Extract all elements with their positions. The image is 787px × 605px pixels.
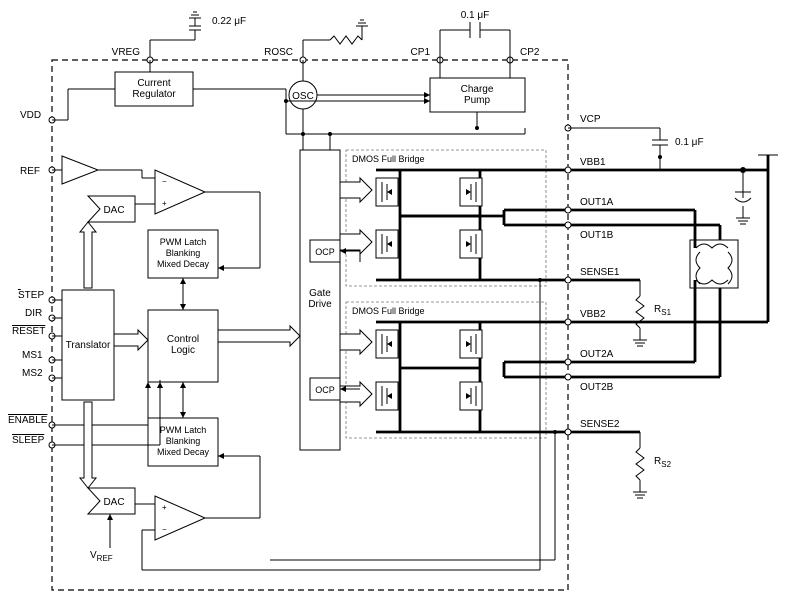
pin-vbb1 — [565, 167, 571, 173]
cp-cap-label: 0.1 μF — [461, 10, 490, 21]
pin-vbb1-label: VBB1 — [580, 157, 606, 168]
svg-text:.: . — [18, 290, 21, 301]
pin-out2b-label: OUT2B — [580, 382, 614, 393]
ocp1-label: OCP — [315, 247, 335, 257]
pin-reset-label: RESET — [12, 326, 45, 337]
pin-cp1-label: CP1 — [411, 47, 431, 58]
pin-out2a-label: OUT2A — [580, 349, 614, 360]
vreg-cap-label: 0.22 μF — [212, 16, 246, 27]
pin-vreg-label: VREG — [112, 47, 141, 58]
pin-step-label: STEP — [18, 290, 44, 301]
pin-vcp-label: VCP — [580, 114, 601, 125]
pin-out2a — [565, 359, 571, 365]
charge-pump-label: ChargePump — [461, 84, 494, 106]
pin-ms1-label: MS1 — [22, 350, 43, 361]
pin-out1b-label: OUT1B — [580, 230, 614, 241]
pin-sense2 — [565, 429, 571, 435]
dmos-bridge-2-label: DMOS Full Bridge — [352, 306, 425, 316]
opamp1-plus: + — [162, 199, 167, 208]
pin-sleep-label: SLEEP — [12, 435, 45, 446]
pin-vbb2 — [565, 319, 571, 325]
pin-dir-label: DIR — [25, 308, 42, 319]
vcp-cap-label: 0.1 μF — [675, 137, 704, 148]
pin-sense1-label: SENSE1 — [580, 267, 620, 278]
pin-out1b — [565, 222, 571, 228]
dac1-label: DAC — [103, 205, 124, 216]
opamp2-plus: + — [162, 503, 167, 512]
pin-out2b — [565, 374, 571, 380]
current-regulator-label: CurrentRegulator — [132, 78, 176, 100]
opamp2-minus: − — [162, 525, 167, 534]
pin-ref-label: REF — [20, 166, 40, 177]
ocp2-label: OCP — [315, 385, 335, 395]
osc-label: OSC — [292, 91, 314, 102]
pin-rosc-label: ROSC — [264, 47, 293, 58]
pin-vdd-label: VDD — [20, 110, 41, 121]
pin-vbb2-label: VBB2 — [580, 309, 606, 320]
pin-sense2-label: SENSE2 — [580, 419, 620, 430]
pin-enable-label: ENABLE — [8, 415, 48, 426]
gate-drive-label: GateDrive — [308, 288, 332, 310]
opamp1-minus: − — [162, 177, 167, 186]
dmos-bridge-1-label: DMOS Full Bridge — [352, 154, 425, 164]
dac2-label: DAC — [103, 497, 124, 508]
control-logic-label: ControlLogic — [167, 334, 199, 356]
pin-sense1 — [565, 277, 571, 283]
pin-out1a — [565, 207, 571, 213]
translator-label: Translator — [66, 340, 111, 351]
pin-ms2-label: MS2 — [22, 368, 43, 379]
pin-cp2-label: CP2 — [520, 47, 540, 58]
pin-out1a-label: OUT1A — [580, 197, 614, 208]
